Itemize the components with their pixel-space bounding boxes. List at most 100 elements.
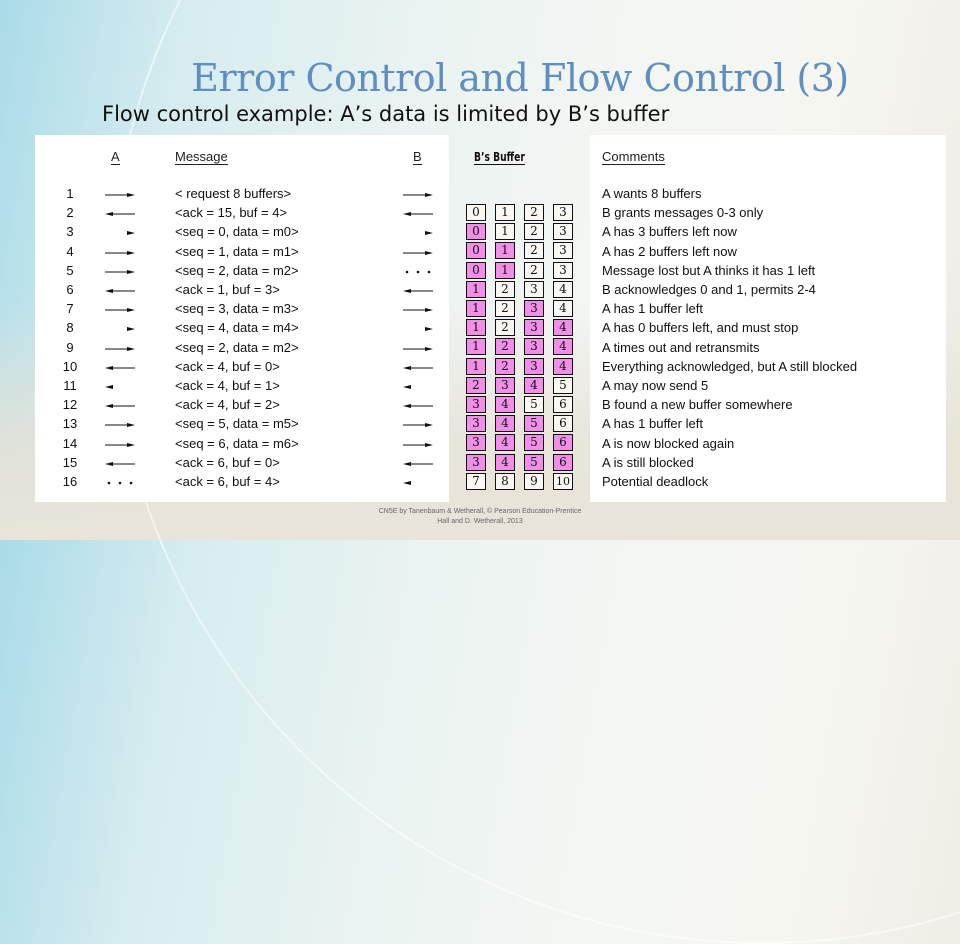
buffer-cell-empty: 3 bbox=[553, 261, 573, 279]
right-arrow-icon bbox=[401, 418, 435, 430]
comment-text: A wants 8 buffers bbox=[602, 186, 702, 201]
buffer-cell-filled: 4 bbox=[495, 453, 515, 471]
left-arrow-icon bbox=[103, 361, 137, 373]
row-number: 8 bbox=[66, 320, 74, 336]
buffer-cell-filled: 1 bbox=[466, 280, 486, 298]
left-arrowhead-icon bbox=[401, 476, 435, 488]
buffer-cell-empty: 5 bbox=[524, 396, 544, 413]
buffer-cell-filled: 0 bbox=[466, 223, 486, 241]
comment-text: A has 0 buffers left, and must stop bbox=[602, 320, 799, 336]
right-arrow-icon bbox=[401, 303, 435, 315]
right-arrowhead-icon bbox=[103, 226, 137, 238]
message-text: <seq = 5, data = m5> bbox=[175, 416, 299, 432]
buffer-cell-filled: 4 bbox=[524, 376, 544, 394]
buffer-cell-empty: 3 bbox=[553, 242, 573, 260]
message-text: <seq = 3, data = m3> bbox=[175, 301, 299, 317]
right-arrow-icon bbox=[103, 438, 137, 450]
buffer-cell-empty: 3 bbox=[553, 204, 573, 221]
buffer-cell-filled: 3 bbox=[466, 415, 486, 433]
buffer-cell-empty: 2 bbox=[495, 280, 515, 298]
right-arrow-icon bbox=[103, 265, 137, 277]
buffer-cell-empty: 8 bbox=[495, 472, 515, 490]
row-number: 3 bbox=[66, 224, 74, 240]
buffer-cell-filled: 4 bbox=[495, 434, 515, 452]
buffer-cell-empty: 4 bbox=[553, 280, 573, 298]
slide-subtitle: Flow control example: A’s data is limite… bbox=[102, 102, 670, 126]
buffer-cell-empty: 2 bbox=[495, 319, 515, 337]
right-arrow-icon bbox=[103, 303, 137, 315]
row-number: 14 bbox=[62, 435, 78, 451]
comment-text: B found a new buffer somewhere bbox=[602, 397, 793, 413]
message-text: <seq = 1, data = m1> bbox=[175, 243, 299, 259]
lost-dots-icon bbox=[103, 476, 137, 488]
message-text: <ack = 1, buf = 3> bbox=[175, 282, 280, 297]
buffer-cell-empty: 1 bbox=[495, 204, 515, 221]
comment-text: A has 2 buffers left now bbox=[602, 243, 737, 259]
right-arrowhead-icon bbox=[401, 226, 435, 238]
buffer-cell-empty: 2 bbox=[524, 204, 544, 221]
row-number: 11 bbox=[63, 378, 77, 393]
buffer-cell-filled: 4 bbox=[553, 357, 573, 375]
comment-text: A is still blocked bbox=[602, 454, 694, 470]
comment-text: A has 1 buffer left bbox=[602, 301, 703, 317]
buffer-cell-empty: 0 bbox=[466, 204, 486, 221]
buffer-cell-empty: 2 bbox=[524, 242, 544, 260]
header-comments: Comments bbox=[602, 149, 665, 165]
row-number: 5 bbox=[66, 262, 74, 278]
right-arrow-icon bbox=[103, 246, 137, 258]
row-number: 6 bbox=[66, 282, 74, 297]
header-b: B bbox=[413, 149, 422, 165]
comment-text: A is now blocked again bbox=[602, 435, 735, 451]
buffer-cell-empty: 4 bbox=[553, 300, 573, 317]
buffer-cell-empty: 3 bbox=[553, 223, 573, 241]
buffer-cell-filled: 4 bbox=[495, 415, 515, 433]
buffer-cell-filled: 1 bbox=[466, 319, 486, 337]
header-a: A bbox=[111, 149, 120, 165]
buffer-cell-empty: 9 bbox=[524, 472, 544, 490]
buffer-cell-filled: 3 bbox=[524, 319, 544, 337]
buffer-cell-filled: 1 bbox=[466, 300, 486, 317]
left-arrow-icon bbox=[103, 399, 137, 411]
message-text: <ack = 4, buf = 2> bbox=[175, 397, 280, 413]
buffer-cell-filled: 3 bbox=[466, 396, 486, 413]
buffer-cell-filled: 6 bbox=[553, 453, 573, 471]
buffer-cell-filled: 1 bbox=[466, 338, 486, 356]
right-arrow-icon bbox=[401, 342, 435, 354]
row-number: 16 bbox=[62, 474, 78, 489]
left-arrow-icon bbox=[401, 399, 435, 411]
comment-text: Everything acknowledged, but A still blo… bbox=[602, 358, 858, 374]
message-text: <ack = 15, buf = 4> bbox=[175, 205, 288, 221]
message-text: <ack = 4, buf = 0> bbox=[175, 358, 280, 374]
comment-text: Message lost but A thinks it has 1 left bbox=[602, 262, 816, 278]
buffer-cell-filled: 1 bbox=[495, 242, 515, 260]
message-text: <seq = 4, data = m4> bbox=[175, 320, 299, 336]
comment-text: A has 1 buffer left bbox=[602, 416, 703, 432]
right-arrow-icon bbox=[103, 418, 137, 430]
buffer-cell-filled: 3 bbox=[466, 453, 486, 471]
buffer-cell-filled: 4 bbox=[553, 319, 573, 337]
right-arrow-icon bbox=[103, 342, 137, 354]
row-number: 2 bbox=[66, 205, 74, 221]
left-arrow-icon bbox=[401, 457, 435, 469]
buffer-cell-filled: 4 bbox=[495, 396, 515, 413]
buffer-cell-filled: 1 bbox=[495, 261, 515, 279]
buffer-cell-filled: 3 bbox=[524, 300, 544, 317]
footer-line-1: CN5E by Tanenbaum & Wetherall, © Pearson… bbox=[378, 508, 582, 515]
row-number: 12 bbox=[62, 397, 78, 413]
left-arrow-icon bbox=[401, 207, 435, 219]
buffer-cell-filled: 1 bbox=[466, 357, 486, 375]
right-arrow-icon bbox=[401, 246, 435, 258]
buffer-cell-empty: 3 bbox=[524, 280, 544, 298]
buffer-cell-filled: 5 bbox=[524, 453, 544, 471]
row-number: 9 bbox=[66, 339, 74, 355]
left-arrow-icon bbox=[401, 284, 435, 296]
buffer-cell-filled: 3 bbox=[495, 376, 515, 394]
buffer-cell-empty: 2 bbox=[524, 223, 544, 241]
buffer-cell-filled: 3 bbox=[524, 357, 544, 375]
header-buffer: B’s Buffer bbox=[474, 150, 525, 165]
buffer-cell-filled: 6 bbox=[553, 434, 573, 452]
comment-text: A may now send 5 bbox=[602, 378, 709, 393]
left-arrowhead-icon bbox=[103, 380, 137, 392]
buffer-cell-empty: 6 bbox=[553, 396, 573, 413]
comment-text: A has 3 buffers left now bbox=[602, 224, 737, 240]
